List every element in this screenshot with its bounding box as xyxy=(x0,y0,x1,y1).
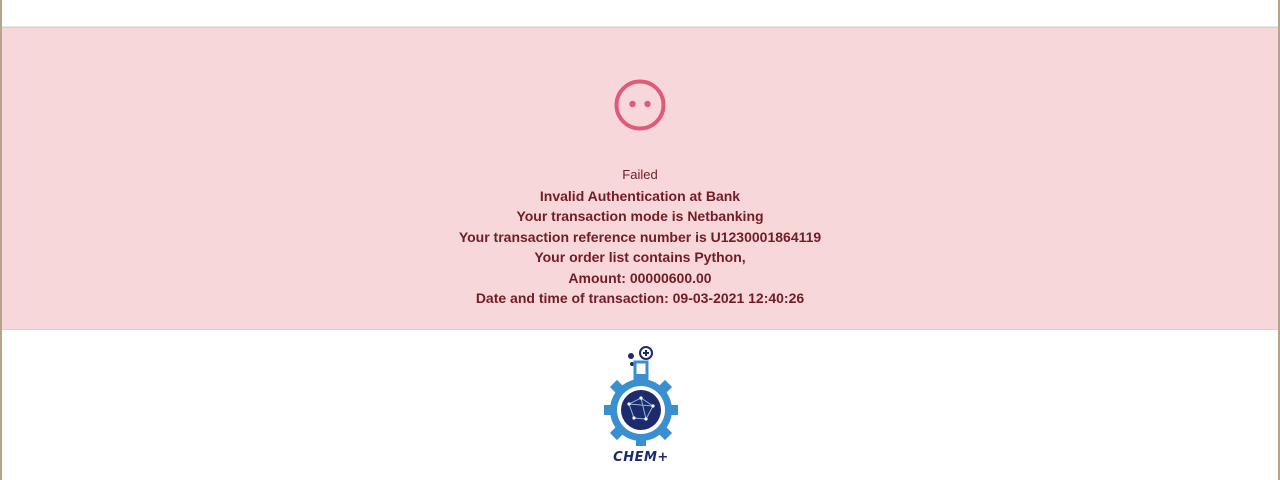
status-text: Failed xyxy=(622,167,658,182)
payment-failed-alert: Failed Invalid Authentication at Bank Yo… xyxy=(2,27,1278,330)
transaction-datetime: Date and time of transaction: 09-03-2021… xyxy=(475,290,805,306)
error-message: Invalid Authentication at Bank xyxy=(539,187,741,204)
transaction-details: Failed Invalid Authentication at Bank Yo… xyxy=(2,165,1278,309)
sad-face-icon xyxy=(614,79,666,131)
transaction-reference: Your transaction reference number is U12… xyxy=(458,228,822,245)
amount: Amount: 00000600.00 xyxy=(568,269,712,286)
top-strip xyxy=(2,0,1278,27)
logo-text: CHEM+ xyxy=(613,450,669,465)
order-list: Your order list contains Python, xyxy=(534,249,746,265)
transaction-mode: Your transaction mode is Netbanking xyxy=(516,208,764,224)
